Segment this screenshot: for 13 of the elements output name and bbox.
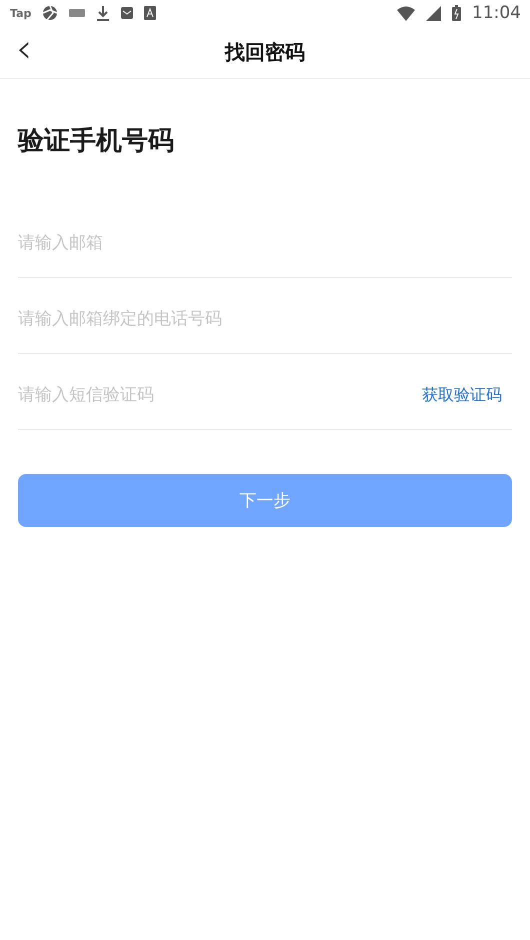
download-icon bbox=[96, 5, 110, 21]
aperture-icon bbox=[42, 5, 58, 21]
clock-time: 11:04 bbox=[472, 3, 521, 23]
battery-icon bbox=[452, 5, 461, 21]
letter-icon bbox=[144, 6, 156, 20]
get-code-link[interactable]: 获取验证码 bbox=[422, 385, 512, 406]
mail-icon bbox=[121, 7, 134, 19]
section-heading: 验证手机号码 bbox=[18, 125, 175, 158]
signal-icon bbox=[426, 6, 441, 20]
back-button[interactable]: ‹ bbox=[0, 29, 50, 75]
page-title: 找回密码 bbox=[225, 38, 305, 66]
wifi-icon bbox=[397, 6, 415, 20]
app-label: Tap bbox=[10, 6, 32, 20]
